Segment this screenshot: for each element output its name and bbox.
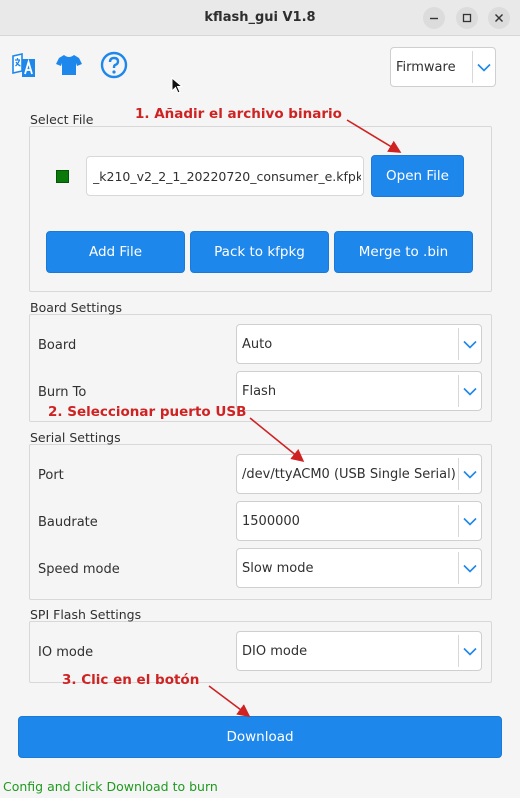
help-icon	[100, 51, 128, 79]
board-select-value: Auto	[242, 336, 273, 352]
maximize-button[interactable]	[456, 7, 478, 29]
translate-icon	[12, 53, 35, 77]
chevron-down-icon	[472, 51, 495, 83]
io-mode-label: IO mode	[38, 645, 94, 660]
chevron-down-icon	[458, 635, 481, 667]
annotation-step-1: 1. Añadir el archivo binario	[135, 106, 342, 122]
open-file-button[interactable]: Open File	[371, 155, 464, 197]
port-select[interactable]: /dev/ttyACM0 (USB Single Serial)	[236, 454, 482, 494]
mode-select-value: Firmware	[396, 59, 456, 75]
skin-button[interactable]	[54, 50, 84, 80]
port-select-value: /dev/ttyACM0 (USB Single Serial)	[242, 466, 456, 482]
add-file-button[interactable]: Add File	[46, 231, 185, 273]
baudrate-select-value: 1500000	[242, 513, 300, 529]
mode-select[interactable]: Firmware	[390, 47, 496, 87]
pack-to-kfpkg-button[interactable]: Pack to kfpkg	[190, 231, 329, 273]
minimize-icon	[430, 17, 438, 20]
minimize-button[interactable]	[423, 7, 445, 29]
burn-to-select-value: Flash	[242, 383, 277, 399]
board-settings-label: Board Settings	[30, 300, 122, 315]
chevron-down-icon	[458, 328, 481, 360]
annotation-step-3: 3. Clic en el botón	[62, 672, 200, 688]
help-button[interactable]	[99, 50, 129, 80]
io-mode-select[interactable]: DIO mode	[236, 631, 482, 671]
chevron-down-icon	[458, 375, 481, 407]
speed-mode-select[interactable]: Slow mode	[236, 548, 482, 588]
spi-flash-settings-label: SPI Flash Settings	[30, 607, 142, 622]
chevron-down-icon	[458, 458, 481, 490]
merge-to-bin-button[interactable]: Merge to .bin	[334, 231, 473, 273]
close-icon	[495, 14, 503, 22]
port-label: Port	[38, 468, 64, 483]
tshirt-icon	[56, 55, 82, 75]
chevron-down-icon	[458, 552, 481, 584]
chevron-down-icon	[458, 505, 481, 537]
mouse-cursor-icon	[171, 77, 183, 94]
file-path-field[interactable]: _k210_v2_2_1_20220720_consumer_e.kfpkg	[86, 156, 364, 196]
status-text: Config and click Download to burn	[3, 779, 218, 794]
title-bar: kflash_gui V1.8	[0, 0, 520, 36]
language-button[interactable]	[9, 50, 39, 80]
board-label: Board	[38, 338, 77, 353]
speed-mode-label: Speed mode	[38, 562, 120, 577]
file-status-indicator	[56, 170, 69, 183]
speed-mode-select-value: Slow mode	[242, 560, 314, 576]
maximize-icon	[462, 13, 472, 23]
board-select[interactable]: Auto	[236, 324, 482, 364]
serial-settings-label: Serial Settings	[30, 430, 121, 445]
annotation-step-2: 2. Seleccionar puerto USB	[48, 404, 247, 420]
burn-to-select[interactable]: Flash	[236, 371, 482, 411]
file-path-value: _k210_v2_2_1_20220720_consumer_e.kfpkg	[93, 168, 361, 184]
baudrate-label: Baudrate	[38, 515, 98, 530]
select-file-label: Select File	[30, 112, 94, 127]
close-button[interactable]	[488, 7, 510, 29]
baudrate-select[interactable]: 1500000	[236, 501, 482, 541]
burn-to-label: Burn To	[38, 385, 87, 400]
io-mode-select-value: DIO mode	[242, 643, 308, 659]
download-button[interactable]: Download	[18, 716, 502, 758]
